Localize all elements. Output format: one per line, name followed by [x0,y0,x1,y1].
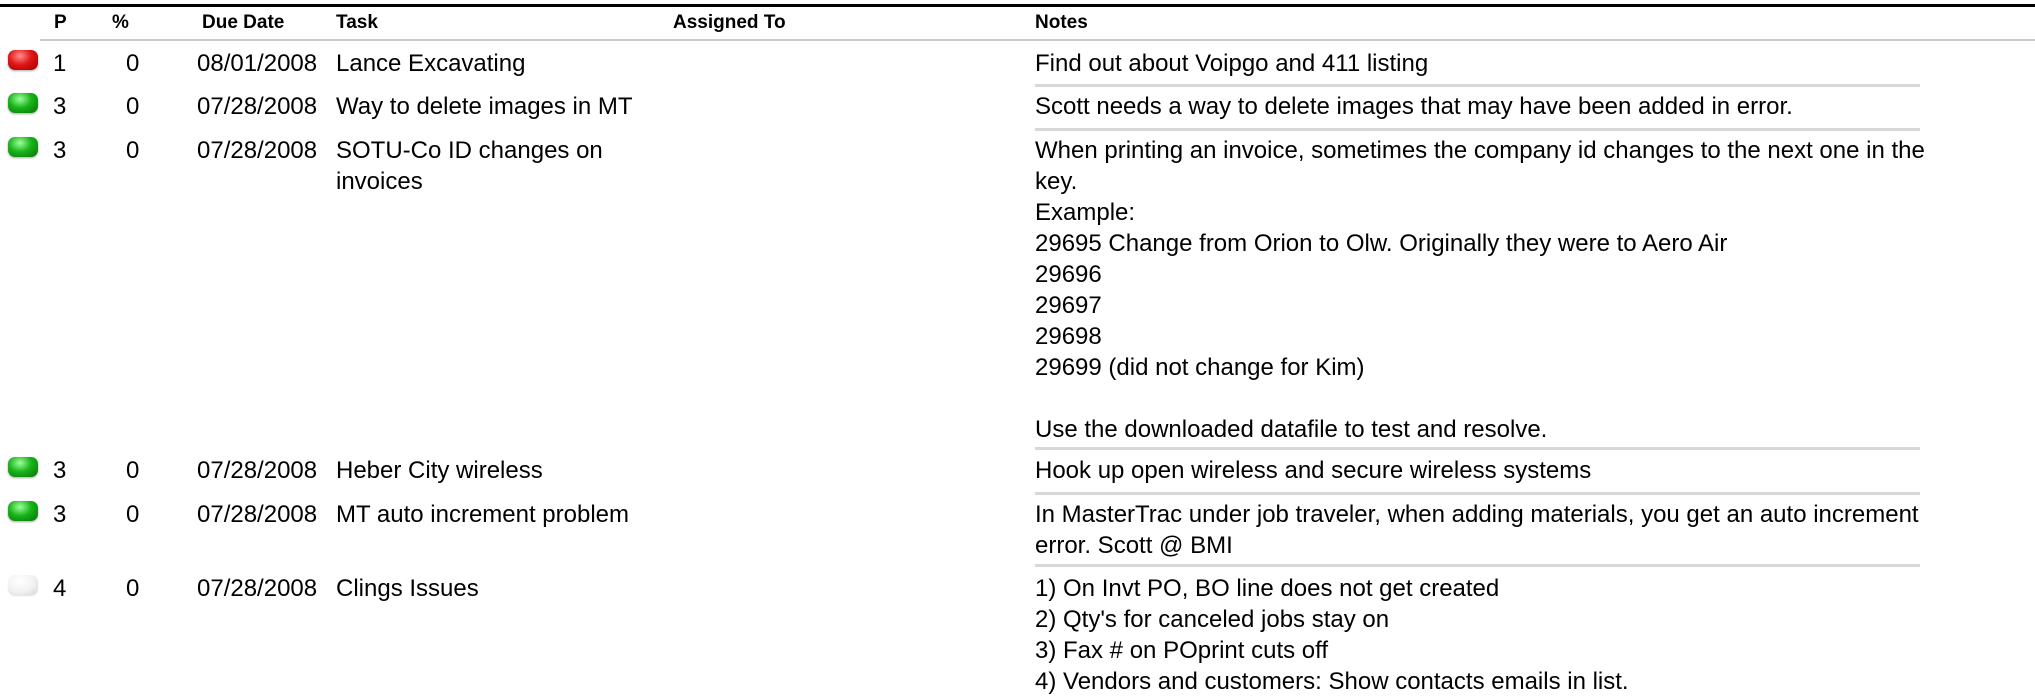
priority-value: 3 [53,457,67,484]
task-notes: Hook up open wireless and secure wireles… [1035,457,1592,484]
due-date-value: 07/28/2008 [197,575,318,602]
due-date-value: 07/28/2008 [197,93,318,120]
priority-value: 4 [53,575,67,602]
due-date-value: 07/28/2008 [197,137,318,164]
task-notes: Scott needs a way to delete images that … [1035,93,1793,120]
task-name: Lance Excavating [336,50,526,77]
task-notes: When printing an invoice, sometimes the … [1035,137,1925,443]
header-assigned-to[interactable]: Assigned To [673,12,786,34]
due-date-value: 08/01/2008 [197,50,318,77]
priority-indicator-icon [8,93,38,113]
task-notes: 1) On Invt PO, BO line does not get crea… [1035,575,1629,695]
header-notes[interactable]: Notes [1035,12,1088,34]
header-divider [40,39,2035,41]
task-name: MT auto increment problem [336,501,630,528]
percent-value: 0 [126,501,140,528]
priority-value: 1 [53,50,67,77]
task-name: Heber City wireless [336,457,543,484]
row-divider [1035,492,1920,495]
task-notes: In MasterTrac under job traveler, when a… [1035,501,1919,559]
task-notes: Find out about Voipgo and 411 listing [1035,50,1429,77]
priority-indicator-icon [8,457,38,477]
percent-value: 0 [126,575,140,602]
percent-value: 0 [126,137,140,164]
percent-value: 0 [126,457,140,484]
table-header: P % Due Date Task Assigned To Notes [0,10,2035,34]
row-divider [1035,128,1920,131]
row-divider [1035,84,1920,87]
header-due-date[interactable]: Due Date [202,12,284,34]
task-name: Clings Issues [336,575,479,602]
task-name: Way to delete images in MT [336,93,633,120]
priority-indicator-icon [8,501,38,521]
header-priority[interactable]: P [54,12,67,34]
task-name: SOTU-Co ID changes on invoices [336,137,603,195]
header-percent[interactable]: % [112,12,129,34]
priority-indicator-icon [8,575,38,595]
row-divider [1035,564,1920,567]
header-task[interactable]: Task [336,12,378,34]
priority-value: 3 [53,501,67,528]
top-rule [0,4,2035,7]
due-date-value: 07/28/2008 [197,457,318,484]
row-divider [1035,447,1920,450]
priority-value: 3 [53,93,67,120]
priority-value: 3 [53,137,67,164]
percent-value: 0 [126,93,140,120]
due-date-value: 07/28/2008 [197,501,318,528]
priority-indicator-icon [8,137,38,157]
priority-indicator-icon [8,50,38,70]
percent-value: 0 [126,50,140,77]
